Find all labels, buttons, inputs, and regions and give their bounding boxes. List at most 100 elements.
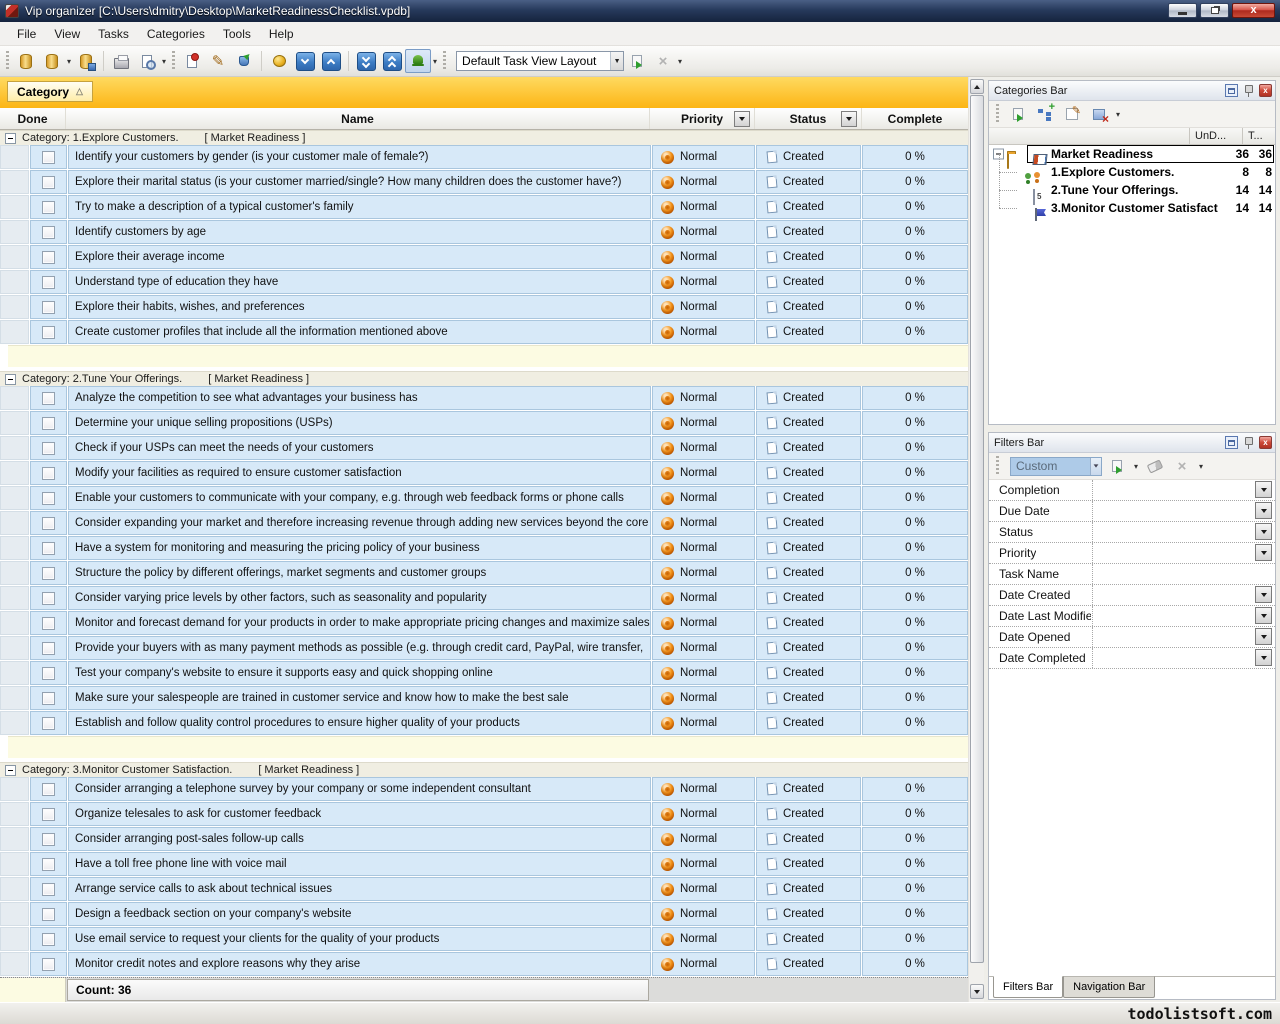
task-checkbox[interactable]	[42, 592, 55, 605]
menu-file[interactable]: File	[8, 23, 45, 45]
reminder-caret[interactable]: ▾	[433, 57, 437, 66]
task-row[interactable]: Arrange service calls to ask about techn…	[0, 877, 968, 902]
filter-dropdown-button[interactable]	[1255, 607, 1272, 624]
status-filter-button[interactable]	[841, 111, 857, 127]
task-checkbox[interactable]	[42, 517, 55, 530]
panel-pin-button[interactable]	[1242, 84, 1255, 97]
close-button[interactable]: x	[1232, 3, 1275, 18]
filter-dropdown-button[interactable]	[1255, 544, 1272, 561]
column-undone[interactable]: UnD...	[1195, 130, 1226, 142]
apply-filter-caret[interactable]: ▾	[1134, 462, 1138, 471]
layout-caret[interactable]: ▾	[678, 57, 682, 66]
task-checkbox[interactable]	[42, 442, 55, 455]
panel-close-button[interactable]: x	[1259, 84, 1272, 97]
delete-filter-button[interactable]: ×	[1170, 455, 1194, 477]
tree-item[interactable]: 3.Monitor Customer Satisfact1414	[989, 199, 1275, 217]
new-task-button[interactable]	[179, 49, 205, 73]
category-group-header[interactable]: Category: 2.Tune Your Offerings.[ Market…	[0, 371, 968, 386]
toolbar-grip[interactable]	[172, 51, 175, 71]
task-checkbox[interactable]	[42, 783, 55, 796]
scroll-down-button[interactable]	[970, 984, 984, 999]
open-database-button[interactable]	[39, 49, 65, 73]
task-checkbox[interactable]	[42, 492, 55, 505]
filter-dropdown-button[interactable]	[1255, 481, 1272, 498]
collapse-icon[interactable]	[5, 374, 16, 385]
tab-filters-bar[interactable]: Filters Bar	[993, 976, 1063, 998]
task-row[interactable]: Enable your customers to communicate wit…	[0, 486, 968, 511]
menu-tasks[interactable]: Tasks	[89, 23, 138, 45]
scrollbar-thumb[interactable]	[970, 95, 984, 963]
task-checkbox[interactable]	[42, 567, 55, 580]
toolbar-grip[interactable]	[996, 456, 999, 476]
task-row[interactable]: Have a toll free phone line with voice m…	[0, 852, 968, 877]
task-row[interactable]: Modify your facilities as required to en…	[0, 461, 968, 486]
task-checkbox[interactable]	[42, 392, 55, 405]
edit-category-button[interactable]	[1060, 103, 1084, 125]
filter-dropdown-button[interactable]	[1255, 523, 1272, 540]
edit-task-button[interactable]: ✎	[205, 49, 231, 73]
panel-restore-button[interactable]	[1225, 436, 1238, 449]
combo-dropdown-icon[interactable]: ▼	[610, 52, 623, 70]
task-row[interactable]: Establish and follow quality control pro…	[0, 711, 968, 736]
task-row[interactable]: Check if your USPs can meet the needs of…	[0, 436, 968, 461]
move-down-button[interactable]	[292, 49, 318, 73]
task-checkbox[interactable]	[42, 617, 55, 630]
print-button[interactable]	[108, 49, 134, 73]
tree-item[interactable]: 1.Explore Customers.88	[989, 163, 1275, 181]
task-row[interactable]: Have a system for monitoring and measuri…	[0, 536, 968, 561]
move-up-button[interactable]	[318, 49, 344, 73]
print-caret[interactable]: ▾	[162, 57, 166, 66]
task-checkbox[interactable]	[42, 692, 55, 705]
filter-preset-combo[interactable]: Custom	[1010, 457, 1102, 476]
task-row[interactable]: Make sure your salespeople are trained i…	[0, 686, 968, 711]
scroll-up-button[interactable]	[970, 79, 984, 94]
reminder-button[interactable]	[405, 49, 431, 73]
task-row[interactable]: Monitor and forecast demand for your pro…	[0, 611, 968, 636]
task-checkbox[interactable]	[42, 833, 55, 846]
task-row[interactable]: Consider arranging a telephone survey by…	[0, 777, 968, 802]
filter-dropdown-button[interactable]	[1255, 502, 1272, 519]
new-category-button[interactable]	[1006, 103, 1030, 125]
task-row[interactable]: Explore their marital status (is your cu…	[0, 170, 968, 195]
task-row[interactable]: Organize telesales to ask for customer f…	[0, 802, 968, 827]
categories-toolbar-caret[interactable]: ▾	[1116, 110, 1120, 119]
task-checkbox[interactable]	[42, 226, 55, 239]
apply-filter-button[interactable]	[1105, 455, 1129, 477]
task-row[interactable]: Provide your buyers with as many payment…	[0, 636, 968, 661]
task-checkbox[interactable]	[42, 176, 55, 189]
category-group-header[interactable]: Category: 1.Explore Customers.[ Market R…	[0, 130, 968, 145]
task-checkbox[interactable]	[42, 883, 55, 896]
task-row[interactable]: Test your company's website to ensure it…	[0, 661, 968, 686]
layout-combo[interactable]: Default Task View Layout ▼	[456, 51, 624, 71]
task-checkbox[interactable]	[42, 417, 55, 430]
tab-navigation-bar[interactable]: Navigation Bar	[1063, 976, 1155, 998]
task-checkbox[interactable]	[42, 908, 55, 921]
task-row[interactable]: Identify customers by ageNormalCreated0 …	[0, 220, 968, 245]
task-checkbox[interactable]	[42, 251, 55, 264]
toolbar-grip[interactable]	[6, 51, 9, 71]
category-group-header[interactable]: Category: 3.Monitor Customer Satisfactio…	[0, 762, 968, 777]
open-database-caret[interactable]: ▾	[67, 57, 71, 66]
task-checkbox[interactable]	[42, 151, 55, 164]
toolbar-grip[interactable]	[443, 51, 446, 71]
task-row[interactable]: Design a feedback section on your compan…	[0, 902, 968, 927]
collapse-icon[interactable]	[5, 133, 16, 144]
task-row[interactable]: Consider expanding your market and there…	[0, 511, 968, 536]
task-row[interactable]: Use email service to request your client…	[0, 927, 968, 952]
menu-tools[interactable]: Tools	[214, 23, 260, 45]
task-row[interactable]: Identify your customers by gender (is yo…	[0, 145, 968, 170]
task-row[interactable]: Explore their average incomeNormalCreate…	[0, 245, 968, 270]
task-checkbox[interactable]	[42, 717, 55, 730]
new-subcategory-button[interactable]	[1033, 103, 1057, 125]
tree-item[interactable]: Market Readiness3636	[989, 145, 1275, 163]
task-checkbox[interactable]	[42, 276, 55, 289]
new-database-button[interactable]	[13, 49, 39, 73]
column-name[interactable]: Name	[66, 108, 650, 129]
task-row[interactable]: Monitor credit notes and explore reasons…	[0, 952, 968, 977]
save-database-button[interactable]	[73, 49, 99, 73]
task-checkbox[interactable]	[42, 642, 55, 655]
task-row[interactable]: Understand type of education they haveNo…	[0, 270, 968, 295]
delete-layout-button[interactable]: ×	[650, 49, 676, 73]
task-checkbox[interactable]	[42, 542, 55, 555]
tree-item[interactable]: 2.Tune Your Offerings.1414	[989, 181, 1275, 199]
